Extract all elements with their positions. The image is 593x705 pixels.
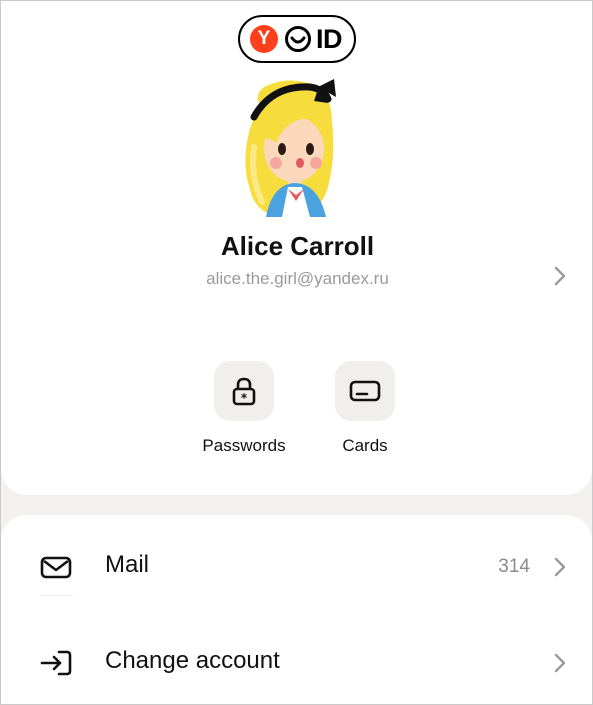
passwords-action[interactable]: * Passwords (184, 361, 304, 461)
menu-item-change-account[interactable]: Change account (1, 633, 592, 693)
smile-icon (285, 26, 311, 52)
divider (41, 595, 73, 596)
chevron-right-icon (554, 557, 566, 577)
sign-in-icon (40, 650, 72, 676)
user-name: Alice Carroll (220, 231, 375, 261)
card-icon (349, 380, 381, 402)
menu-item-mail[interactable]: Mail 314 (1, 537, 592, 597)
yandex-logo-icon: Y (250, 25, 278, 53)
profile-card: Y ID Alice Carroll alice.the.girl@yandex… (1, 1, 592, 495)
passwords-label: Passwords (202, 436, 286, 455)
chevron-right-icon[interactable] (550, 264, 570, 288)
user-avatar[interactable] (232, 77, 362, 217)
yandex-id-panel: Y ID Alice Carroll alice.the.girl@yandex… (0, 0, 593, 705)
user-email: alice.the.girl@yandex.ru (206, 269, 389, 288)
cards-button[interactable] (335, 361, 395, 421)
passwords-button[interactable]: * (214, 361, 274, 421)
chevron-right-icon (554, 653, 566, 673)
mail-count: 314 (498, 556, 530, 577)
svg-text:*: * (241, 391, 248, 405)
yandex-id-logo: Y ID (238, 15, 356, 63)
cards-label: Cards (342, 436, 388, 455)
cards-action[interactable]: Cards (305, 361, 425, 461)
envelope-icon (40, 556, 72, 579)
change-account-label: Change account (105, 647, 280, 674)
logo-id-text: ID (316, 23, 343, 54)
mail-label: Mail (105, 551, 150, 578)
lock-icon: * (232, 377, 256, 406)
